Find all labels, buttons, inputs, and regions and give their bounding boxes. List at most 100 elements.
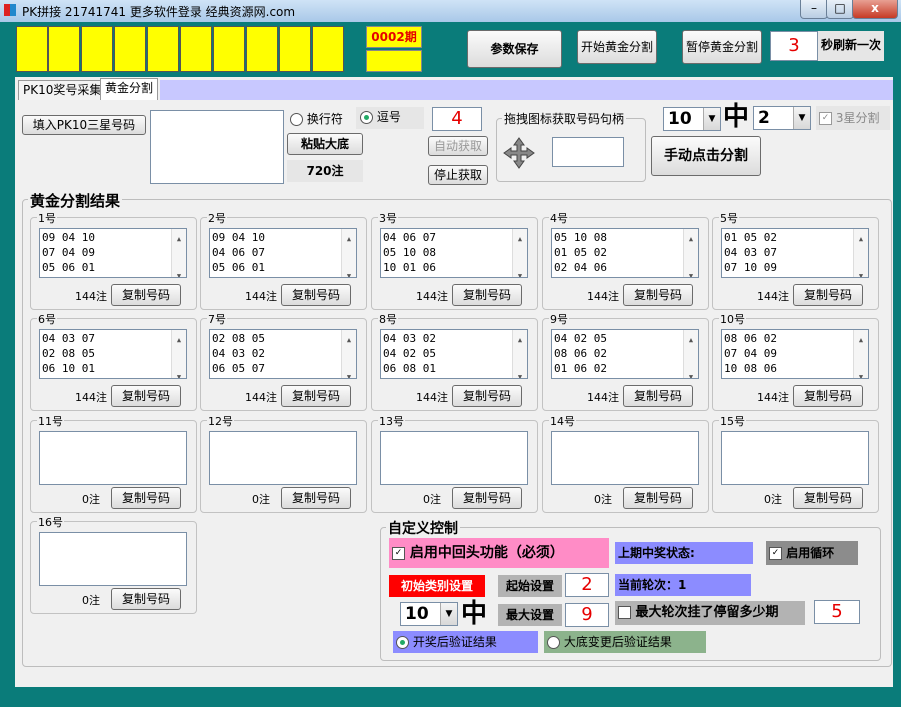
- chevron-down-icon[interactable]: ▼: [793, 107, 810, 129]
- list-scrollbar[interactable]: ▲ ▼: [512, 229, 527, 277]
- chevron-down-icon[interactable]: ▼: [703, 108, 720, 130]
- result-number-list[interactable]: [209, 431, 357, 485]
- result-number-list[interactable]: 04 06 07 05 10 08 10 01 06 ▲ ▼: [380, 228, 528, 278]
- result-number-list[interactable]: 01 05 02 04 03 07 07 10 09 ▲ ▼: [721, 228, 869, 278]
- three-star-checkbox[interactable]: ✓ 3星分割: [816, 106, 890, 130]
- paste-base-button[interactable]: 粘贴大底: [287, 133, 363, 155]
- scroll-down-icon[interactable]: ▼: [342, 370, 356, 378]
- list-scrollbar[interactable]: ▲ ▼: [683, 229, 698, 277]
- close-button[interactable]: x: [852, 0, 898, 19]
- copy-numbers-button[interactable]: 复制号码: [111, 588, 181, 610]
- verify-change-radio[interactable]: 大底变更后验证结果: [544, 631, 706, 653]
- scroll-up-icon[interactable]: ▲: [172, 333, 186, 348]
- checkmark-icon[interactable]: ✓: [769, 547, 782, 560]
- result-number-list[interactable]: 02 08 05 04 03 02 06 05 07 ▲ ▼: [209, 329, 357, 379]
- custom-number-select[interactable]: 10 ▼: [400, 602, 458, 626]
- copy-numbers-button[interactable]: 复制号码: [111, 487, 181, 509]
- manual-split-button[interactable]: 手动点击分割: [651, 136, 761, 176]
- result-number-list[interactable]: 09 04 10 07 04 09 05 06 01 ▲ ▼: [39, 228, 187, 278]
- auto-fetch-button[interactable]: 自动获取: [428, 136, 488, 156]
- copy-numbers-button[interactable]: 复制号码: [281, 284, 351, 306]
- minimize-button[interactable]: –: [800, 0, 828, 19]
- scroll-up-icon[interactable]: ▲: [342, 333, 356, 348]
- scroll-up-icon[interactable]: ▲: [513, 232, 527, 247]
- result-number-list[interactable]: 04 03 07 02 08 05 06 10 01 ▲ ▼: [39, 329, 187, 379]
- radio-comma-indicator[interactable]: [360, 111, 373, 124]
- checkmark-icon[interactable]: ✓: [819, 112, 832, 125]
- radio-comma[interactable]: 逗号: [356, 107, 424, 129]
- copy-numbers-button[interactable]: 复制号码: [452, 284, 522, 306]
- start-split-button[interactable]: 开始黄金分割: [577, 30, 657, 64]
- copy-numbers-button[interactable]: 复制号码: [281, 385, 351, 407]
- list-scrollbar[interactable]: ▲ ▼: [341, 229, 356, 277]
- result-number-list[interactable]: 04 02 05 08 06 02 01 06 02 ▲ ▼: [551, 329, 699, 379]
- scroll-down-icon[interactable]: ▼: [513, 370, 527, 378]
- scroll-down-icon[interactable]: ▼: [854, 370, 868, 378]
- result-number-list[interactable]: [39, 431, 187, 485]
- pause-split-button[interactable]: 暂停黄金分割: [682, 30, 762, 64]
- result-number-list[interactable]: [380, 431, 528, 485]
- start-value-input[interactable]: 2: [565, 573, 609, 597]
- scroll-down-icon[interactable]: ▼: [513, 269, 527, 277]
- result-number-list[interactable]: 09 04 10 04 06 07 05 06 01 ▲ ▼: [209, 228, 357, 278]
- refresh-seconds-input[interactable]: 3: [770, 31, 818, 61]
- scroll-down-icon[interactable]: ▼: [172, 269, 186, 277]
- result-number-list[interactable]: [551, 431, 699, 485]
- scroll-up-icon[interactable]: ▲: [172, 232, 186, 247]
- list-scrollbar[interactable]: ▲ ▼: [341, 330, 356, 378]
- max-value-input[interactable]: 9: [565, 603, 609, 627]
- max-round-checkbox[interactable]: 最大轮次挂了停留多少期: [615, 601, 805, 625]
- result-number-list[interactable]: 05 10 08 01 05 02 02 04 06 ▲ ▼: [551, 228, 699, 278]
- scroll-down-icon[interactable]: ▼: [684, 370, 698, 378]
- copy-numbers-button[interactable]: 复制号码: [452, 385, 522, 407]
- result-number-list[interactable]: 04 03 02 04 02 05 06 08 01 ▲ ▼: [380, 329, 528, 379]
- list-scrollbar[interactable]: ▲ ▼: [171, 330, 186, 378]
- list-scrollbar[interactable]: ▲ ▼: [171, 229, 186, 277]
- verify-after-radio[interactable]: 开奖后验证结果: [393, 631, 538, 653]
- stop-fetch-button[interactable]: 停止获取: [428, 165, 488, 185]
- copy-numbers-button[interactable]: 复制号码: [111, 284, 181, 306]
- copy-numbers-button[interactable]: 复制号码: [793, 487, 863, 509]
- radio-newline-indicator[interactable]: [290, 113, 303, 126]
- scroll-up-icon[interactable]: ▲: [684, 333, 698, 348]
- copy-numbers-button[interactable]: 复制号码: [793, 385, 863, 407]
- list-scrollbar[interactable]: ▲ ▼: [853, 229, 868, 277]
- max-round-input[interactable]: 5: [814, 600, 860, 624]
- result-number-list[interactable]: 08 06 02 07 04 09 10 08 06 ▲ ▼: [721, 329, 869, 379]
- copy-numbers-button[interactable]: 复制号码: [623, 284, 693, 306]
- tab-golden-split[interactable]: 黄金分割: [100, 78, 159, 100]
- checkbox-icon[interactable]: [618, 606, 631, 619]
- scroll-up-icon[interactable]: ▲: [854, 232, 868, 247]
- copy-numbers-button[interactable]: 复制号码: [623, 385, 693, 407]
- enable-return-checkbox[interactable]: ✓ 启用中回头功能（必须）: [389, 538, 609, 568]
- save-params-button[interactable]: 参数保存: [467, 30, 562, 68]
- scroll-up-icon[interactable]: ▲: [684, 232, 698, 247]
- copy-numbers-button[interactable]: 复制号码: [111, 385, 181, 407]
- copy-numbers-button[interactable]: 复制号码: [623, 487, 693, 509]
- scroll-up-icon[interactable]: ▲: [854, 333, 868, 348]
- scroll-up-icon[interactable]: ▲: [342, 232, 356, 247]
- list-scrollbar[interactable]: ▲ ▼: [853, 330, 868, 378]
- result-number-list[interactable]: [39, 532, 187, 586]
- crosshair-drag-icon[interactable]: [502, 136, 536, 170]
- hit-select[interactable]: 2 ▼: [753, 106, 811, 130]
- tab-pk10-collect[interactable]: PK10奖号采集: [18, 80, 107, 100]
- verify-after-indicator[interactable]: [396, 636, 409, 649]
- scroll-up-icon[interactable]: ▲: [513, 333, 527, 348]
- scroll-down-icon[interactable]: ▼: [854, 269, 868, 277]
- copy-numbers-button[interactable]: 复制号码: [793, 284, 863, 306]
- copy-numbers-button[interactable]: 复制号码: [281, 487, 351, 509]
- maximize-button[interactable]: □: [826, 0, 854, 19]
- auto-interval-input[interactable]: 4: [432, 107, 482, 131]
- verify-change-indicator[interactable]: [547, 636, 560, 649]
- result-number-list[interactable]: [721, 431, 869, 485]
- chevron-down-icon[interactable]: ▼: [440, 603, 457, 625]
- number-select[interactable]: 10 ▼: [663, 107, 721, 131]
- enable-loop-checkbox[interactable]: ✓ 启用循环: [766, 541, 858, 565]
- list-scrollbar[interactable]: ▲ ▼: [683, 330, 698, 378]
- list-scrollbar[interactable]: ▲ ▼: [512, 330, 527, 378]
- handle-input[interactable]: [552, 137, 624, 167]
- copy-numbers-button[interactable]: 复制号码: [452, 487, 522, 509]
- scroll-down-icon[interactable]: ▼: [342, 269, 356, 277]
- radio-newline[interactable]: 换行符: [290, 110, 360, 128]
